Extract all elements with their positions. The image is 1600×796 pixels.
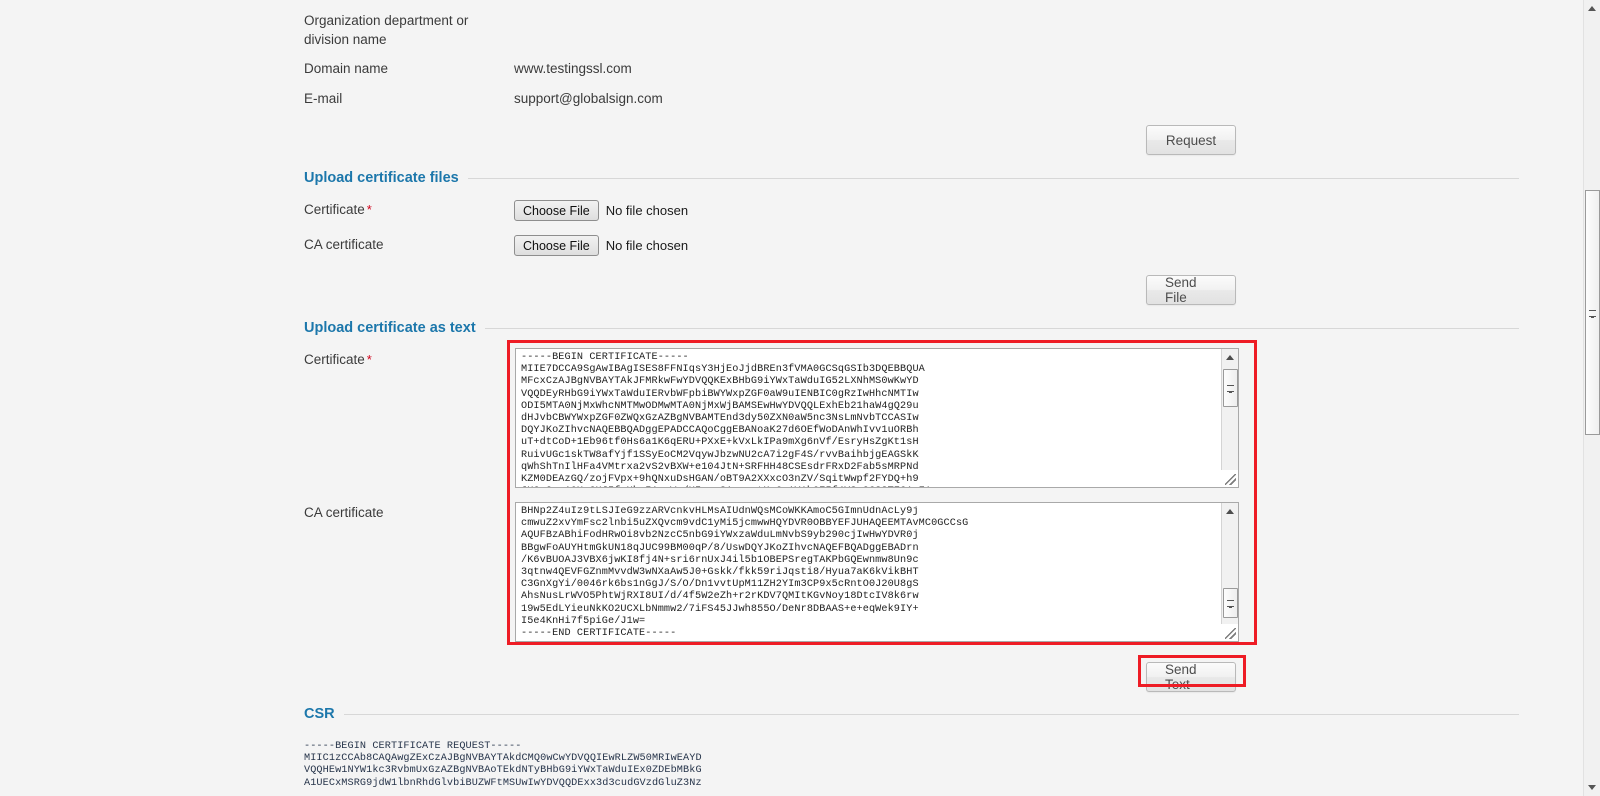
label-domain-name: Domain name <box>304 61 389 76</box>
label-ca-certificate-text-value: CA certificate <box>304 505 384 520</box>
section-title-csr: CSR <box>304 706 335 722</box>
file-input-certificate[interactable]: Choose File No file chosen <box>514 200 688 221</box>
choose-file-button-certificate[interactable]: Choose File <box>514 200 599 221</box>
value-email: support@globalsign.com <box>514 91 663 106</box>
section-divider <box>484 327 1519 329</box>
triangle-up-icon[interactable] <box>1222 349 1238 366</box>
label-ca-certificate-text: CA certificate <box>304 503 514 522</box>
section-header-upload-certificate-files: Upload certificate files <box>304 170 1519 186</box>
section-header-csr: CSR <box>304 706 1519 722</box>
ca-certificate-textarea-content: BHNp2Z4uIz9tLSJIeG9zzARVcnkvHLMsAIUdnWQs… <box>521 506 969 640</box>
field-row-ca-certificate-file: CA certificate Choose File No file chose… <box>304 235 1204 256</box>
label-ca-certificate-file-text: CA certificate <box>304 237 384 252</box>
label-certificate-file-text: Certificate <box>304 202 365 217</box>
certificate-textarea-scrollbar[interactable] <box>1221 349 1238 487</box>
page-scrollbar[interactable] <box>1583 0 1600 796</box>
page-scrollbar-thumb[interactable] <box>1585 190 1600 435</box>
section-divider <box>467 177 1519 179</box>
csr-content: -----BEGIN CERTIFICATE REQUEST----- MIIC… <box>304 741 702 789</box>
certificate-upload-page: Organization department or division name… <box>0 0 1600 796</box>
ca-certificate-textarea[interactable]: BHNp2Z4uIz9tLSJIeG9zzARVcnkvHLMsAIUdnWQs… <box>515 502 1239 642</box>
label-certificate-file: Certificate * <box>304 200 514 219</box>
label-certificate-text-value: Certificate <box>304 352 365 367</box>
value-domain-name: www.testingssl.com <box>514 61 632 76</box>
certificate-textarea[interactable]: -----BEGIN CERTIFICATE----- MIIE7DCCA9Sg… <box>515 348 1239 488</box>
file-input-ca-certificate[interactable]: Choose File No file chosen <box>514 235 688 256</box>
scrollbar-thumb[interactable] <box>1223 369 1238 407</box>
field-row-email: E-mail support@globalsign.com <box>304 89 1204 108</box>
triangle-down-icon[interactable] <box>1584 779 1600 796</box>
file-status-certificate: No file chosen <box>605 203 689 218</box>
section-title-upload-certificate-as-text: Upload certificate as text <box>304 320 476 336</box>
field-row-domain-name: Domain name www.testingssl.com <box>304 59 1204 78</box>
send-file-button[interactable]: Send File <box>1146 275 1236 305</box>
send-text-button[interactable]: Send Text <box>1146 662 1236 692</box>
triangle-up-icon[interactable] <box>1584 0 1600 17</box>
resize-grip-icon[interactable] <box>1221 624 1238 641</box>
request-button[interactable]: Request <box>1146 125 1236 155</box>
label-email: E-mail <box>304 91 343 106</box>
field-row-organization-department: Organization department or division name <box>304 11 1204 49</box>
ca-certificate-textarea-scrollbar[interactable] <box>1221 503 1238 641</box>
field-row-certificate-file: Certificate * Choose File No file chosen <box>304 200 1204 221</box>
file-status-ca-certificate: No file chosen <box>605 238 689 253</box>
resize-grip-icon[interactable] <box>1221 470 1238 487</box>
section-title-upload-certificate-files: Upload certificate files <box>304 170 459 186</box>
label-ca-certificate-file: CA certificate <box>304 235 514 254</box>
choose-file-button-ca-certificate[interactable]: Choose File <box>514 235 599 256</box>
required-asterisk: * <box>366 352 372 367</box>
page-content: Organization department or division name… <box>0 0 1545 796</box>
triangle-up-icon[interactable] <box>1222 503 1238 520</box>
section-header-upload-certificate-as-text: Upload certificate as text <box>304 320 1519 336</box>
label-organization-department: Organization department or division name <box>304 13 469 47</box>
scrollbar-thumb[interactable] <box>1223 588 1238 618</box>
label-certificate-text: Certificate * <box>304 350 514 369</box>
certificate-textarea-content: -----BEGIN CERTIFICATE----- MIIE7DCCA9Sg… <box>521 352 931 487</box>
required-asterisk: * <box>366 202 372 217</box>
section-divider <box>343 713 1519 715</box>
